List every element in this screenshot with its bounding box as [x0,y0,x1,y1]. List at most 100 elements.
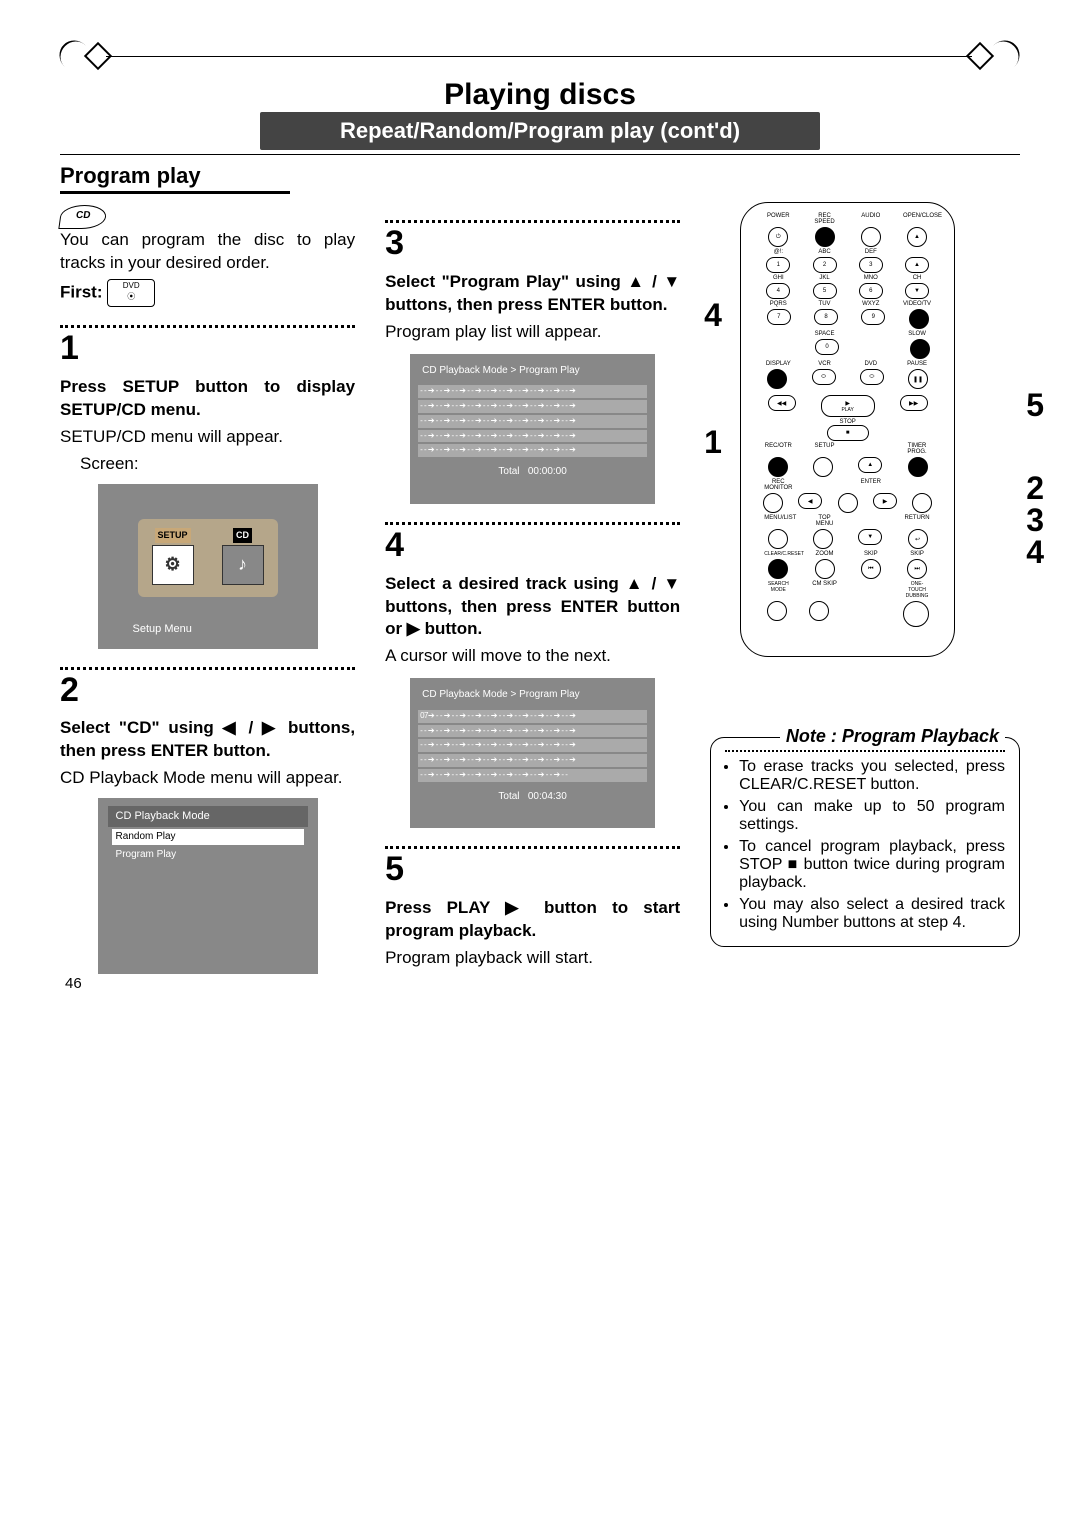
remote-btn-menulist [768,529,788,549]
total-time: 00:04:30 [528,791,567,802]
playback-mode-screenshot: CD Playback Mode Random Play Program Pla… [98,798,318,974]
callout-4-right: 4 [1026,534,1044,571]
remote-label: SKIP [857,551,885,557]
remote-label: @!: [764,249,792,255]
setup-tab-label: SETUP [155,528,191,542]
remote-btn-stop: ■ [827,425,869,441]
remote-btn-play: ▶PLAY [821,395,875,417]
note-item: You may also select a desired track usin… [739,896,1005,932]
step-number-1: 1 [60,326,355,372]
remote-label: WXYZ [857,301,885,307]
program-row: - - ➔ - - ➔ - - ➔ - - ➔ - - ➔ - - ➔ - - … [418,725,647,738]
section-title: Program play [60,163,290,194]
remote-label: SKIP [903,551,931,557]
step-number-5: 5 [385,847,680,893]
remote-btn-topmenu [813,529,833,549]
remote-btn-9: 9 [861,309,885,325]
remote-btn-down: ▼ [858,529,882,545]
remote-btn-audio [861,227,881,247]
remote-btn-recspeed [815,227,835,247]
remote-label: ABC [811,249,839,255]
note-box: Note : Program Playback To erase tracks … [710,737,1020,947]
step4-heading: Select a desired track using ▲ / ▼ butto… [385,574,680,639]
remote-label: CLEAR/C.RESET [764,551,792,557]
setup-menu-screenshot: SETUP⚙ CD♪ Setup Menu [98,484,318,649]
remote-label: MNO [857,275,885,281]
program-row: - - ➔ - - ➔ - - ➔ - - ➔ - - ➔ - - ➔ - - … [418,769,647,782]
remote-control-diagram: POWER REC SPEED AUDIO OPEN/CLOSE ⏻ ▲ @!:… [740,202,955,657]
playback-menu-title: CD Playback Mode [108,806,308,827]
remote-label: PAUSE [903,361,931,367]
page-subtitle: Repeat/Random/Program play (cont'd) [260,112,820,150]
remote-btn-skipfwd: ⏭ [907,559,927,579]
remote-label: VIDEO/TV [903,301,931,307]
page-title: Playing discs [60,74,1020,112]
dvd-power-icon: DVD⦿ [107,279,155,307]
remote-btn-videotv [909,309,929,329]
remote-label: ZOOM [811,551,839,557]
remote-label: SPACE [811,331,839,337]
remote-btn-searchmode [767,601,787,621]
remote-label: VCR [811,361,839,367]
remote-btn-return: ↩ [908,529,928,549]
remote-label: PQRS [764,301,792,307]
remote-label [903,249,931,255]
remote-btn-cmskip [809,601,829,621]
remote-btn-slow [910,339,930,359]
remote-btn-display [767,369,787,389]
step2-heading: Select "CD" using ◀ / ▶ buttons, then pr… [60,718,355,760]
callout-4-left: 4 [704,297,722,334]
remote-btn-power: ⏻ [768,227,788,247]
program-list-empty-screenshot: CD Playback Mode > Program Play - - ➔ - … [410,354,655,504]
remote-btn-2: 2 [813,257,837,273]
remote-btn-setup [813,457,833,477]
remote-btn-8: 8 [814,309,838,325]
remote-btn-skipback: ⏮ [861,559,881,579]
remote-btn-openclose: ▲ [907,227,927,247]
remote-btn-zoom [815,559,835,579]
remote-btn-left: ◀ [798,493,822,509]
step-number-4: 4 [385,523,680,569]
step-number-3: 3 [385,221,680,267]
remote-label: SLOW [903,331,931,337]
program-row: - - ➔ - - ➔ - - ➔ - - ➔ - - ➔ - - ➔ - - … [418,754,647,767]
note-item: To erase tracks you selected, press CLEA… [739,758,1005,794]
remote-label: TOP MENU [811,515,839,527]
remote-btn-chup: ▲ [905,257,929,273]
remote-label-recspeed: REC SPEED [811,213,839,225]
remote-btn-extra [912,493,932,513]
remote-label: GHI [764,275,792,281]
cd-disc-icon: CD [58,205,107,229]
step2-text: CD Playback Mode menu will appear. [60,767,355,790]
remote-btn-3: 3 [859,257,883,273]
program-row: 07➔ - - ➔ - - ➔ - - ➔ - - ➔ - - ➔ - - ➔ … [418,710,647,723]
remote-btn-1: 1 [766,257,790,273]
remote-btn-5: 5 [813,283,837,299]
remote-btn-timerprog [908,457,928,477]
remote-label: SEARCH MODE [764,581,792,599]
callout-1-left: 1 [704,424,722,461]
step5-heading: Press PLAY ▶ button to start program pla… [385,898,680,940]
remote-btn-up: ▲ [858,457,882,473]
remote-label-audio: AUDIO [857,213,885,225]
remote-label-openclose: OPEN/CLOSE [903,213,931,225]
step-number-2: 2 [60,668,355,714]
remote-label: DISPLAY [764,361,792,367]
remote-btn-rew: ◀◀ [768,395,796,411]
step1-heading: Press SETUP button to display SETUP/CD m… [60,377,355,419]
remote-label: RETURN [903,515,931,527]
remote-label: SETUP [811,443,839,455]
remote-btn-pause: ❚❚ [908,369,928,389]
program-screen-title: CD Playback Mode > Program Play [418,362,647,380]
menu-item-program: Program Play [112,847,304,863]
total-label: Total [498,791,519,802]
remote-btn-recotr [768,457,788,477]
menu-item-random: Random Play [112,829,304,845]
step3-text: Program play list will appear. [385,321,680,344]
remote-btn-4: 4 [766,283,790,299]
program-screen-title: CD Playback Mode > Program Play [418,686,647,704]
program-row: - - ➔ - - ➔ - - ➔ - - ➔ - - ➔ - - ➔ - - … [418,444,647,457]
header-decoration [60,40,1020,72]
remote-btn-clear [768,559,788,579]
remote-label: MENU/LIST [764,515,792,527]
